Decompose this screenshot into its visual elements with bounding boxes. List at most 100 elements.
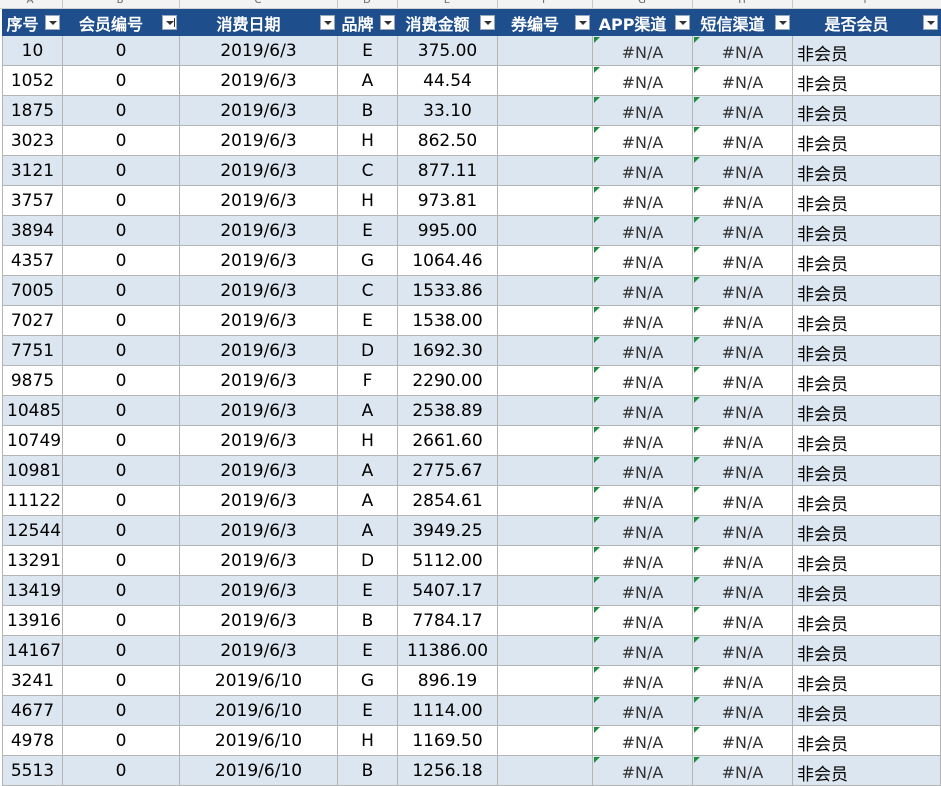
cell-amount[interactable]: 1169.50 xyxy=(397,725,498,756)
cell-amount[interactable]: 1256.18 xyxy=(397,755,498,786)
cell-purchase-date[interactable]: 2019/6/3 xyxy=(179,245,338,276)
cell-amount[interactable]: 5112.00 xyxy=(397,545,498,576)
cell-amount[interactable]: 2290.00 xyxy=(397,365,498,396)
cell-purchase-date[interactable]: 2019/6/3 xyxy=(179,485,338,516)
cell-is-member[interactable]: 非会员 xyxy=(792,545,941,576)
cell-amount[interactable]: 1692.30 xyxy=(397,335,498,366)
header-brand[interactable]: 品牌 xyxy=(337,9,398,36)
cell-is-member[interactable]: 非会员 xyxy=(792,155,941,186)
cell-app-channel[interactable]: #N/A xyxy=(592,395,693,426)
cell-brand[interactable]: D xyxy=(337,335,398,366)
cell-sms-channel[interactable]: #N/A xyxy=(692,545,793,576)
cell-member-id[interactable]: 0 xyxy=(62,515,180,546)
cell-member-id[interactable]: 0 xyxy=(62,755,180,786)
cell-serial-no[interactable]: 9875 xyxy=(2,365,63,396)
cell-coupon-id[interactable] xyxy=(497,695,593,726)
cell-app-channel[interactable]: #N/A xyxy=(592,545,693,576)
cell-brand[interactable]: H xyxy=(337,125,398,156)
cell-app-channel[interactable]: #N/A xyxy=(592,65,693,96)
header-sms-channel[interactable]: 短信渠道 xyxy=(692,9,793,36)
cell-coupon-id[interactable] xyxy=(497,455,593,486)
cell-purchase-date[interactable]: 2019/6/3 xyxy=(179,425,338,456)
cell-purchase-date[interactable]: 2019/6/3 xyxy=(179,185,338,216)
cell-app-channel[interactable]: #N/A xyxy=(592,335,693,366)
cell-member-id[interactable]: 0 xyxy=(62,335,180,366)
cell-amount[interactable]: 11386.00 xyxy=(397,635,498,666)
cell-sms-channel[interactable]: #N/A xyxy=(692,65,793,96)
cell-amount[interactable]: 877.11 xyxy=(397,155,498,186)
cell-member-id[interactable]: 0 xyxy=(62,215,180,246)
header-app-channel[interactable]: APP渠道 xyxy=(592,9,693,36)
cell-serial-no[interactable]: 5513 xyxy=(2,755,63,786)
cell-brand[interactable]: E xyxy=(337,575,398,606)
cell-member-id[interactable]: 0 xyxy=(62,125,180,156)
header-amount[interactable]: 消费金额 xyxy=(397,9,498,36)
cell-app-channel[interactable]: #N/A xyxy=(592,305,693,336)
cell-brand[interactable]: E xyxy=(337,305,398,336)
cell-amount[interactable]: 862.50 xyxy=(397,125,498,156)
cell-sms-channel[interactable]: #N/A xyxy=(692,575,793,606)
cell-purchase-date[interactable]: 2019/6/3 xyxy=(179,575,338,606)
cell-coupon-id[interactable] xyxy=(497,275,593,306)
cell-coupon-id[interactable] xyxy=(497,425,593,456)
cell-coupon-id[interactable] xyxy=(497,335,593,366)
cell-app-channel[interactable]: #N/A xyxy=(592,635,693,666)
column-letter[interactable]: C xyxy=(248,0,268,6)
cell-member-id[interactable]: 0 xyxy=(62,635,180,666)
cell-serial-no[interactable]: 14167 xyxy=(2,635,63,666)
cell-sms-channel[interactable]: #N/A xyxy=(692,515,793,546)
cell-member-id[interactable]: 0 xyxy=(62,65,180,96)
cell-sms-channel[interactable]: #N/A xyxy=(692,125,793,156)
cell-amount[interactable]: 2661.60 xyxy=(397,425,498,456)
cell-amount[interactable]: 375.00 xyxy=(397,35,498,66)
cell-serial-no[interactable]: 4677 xyxy=(2,695,63,726)
cell-brand[interactable]: E xyxy=(337,635,398,666)
cell-is-member[interactable]: 非会员 xyxy=(792,755,941,786)
cell-member-id[interactable]: 0 xyxy=(62,95,180,126)
header-serial-no[interactable]: 序号 xyxy=(2,9,63,36)
column-letter[interactable]: I xyxy=(855,0,875,6)
cell-purchase-date[interactable]: 2019/6/10 xyxy=(179,755,338,786)
cell-member-id[interactable]: 0 xyxy=(62,605,180,636)
cell-app-channel[interactable]: #N/A xyxy=(592,35,693,66)
cell-app-channel[interactable]: #N/A xyxy=(592,725,693,756)
cell-brand[interactable]: G xyxy=(337,245,398,276)
cell-member-id[interactable]: 0 xyxy=(62,455,180,486)
header-is-member[interactable]: 是否会员 xyxy=(792,9,941,36)
cell-serial-no[interactable]: 13291 xyxy=(2,545,63,576)
cell-is-member[interactable]: 非会员 xyxy=(792,215,941,246)
cell-coupon-id[interactable] xyxy=(497,185,593,216)
cell-amount[interactable]: 1114.00 xyxy=(397,695,498,726)
cell-purchase-date[interactable]: 2019/6/3 xyxy=(179,515,338,546)
cell-coupon-id[interactable] xyxy=(497,155,593,186)
cell-coupon-id[interactable] xyxy=(497,515,593,546)
cell-sms-channel[interactable]: #N/A xyxy=(692,605,793,636)
cell-sms-channel[interactable]: #N/A xyxy=(692,35,793,66)
cell-is-member[interactable]: 非会员 xyxy=(792,65,941,96)
header-member-id[interactable]: 会员编号 xyxy=(62,9,180,36)
cell-amount[interactable]: 2854.61 xyxy=(397,485,498,516)
cell-serial-no[interactable]: 10 xyxy=(2,35,63,66)
filter-dropdown-icon[interactable] xyxy=(380,15,395,30)
cell-serial-no[interactable]: 7751 xyxy=(2,335,63,366)
cell-brand[interactable]: C xyxy=(337,155,398,186)
cell-is-member[interactable]: 非会员 xyxy=(792,95,941,126)
cell-is-member[interactable]: 非会员 xyxy=(792,395,941,426)
cell-amount[interactable]: 5407.17 xyxy=(397,575,498,606)
column-separator[interactable] xyxy=(337,0,338,8)
cell-serial-no[interactable]: 3241 xyxy=(2,665,63,696)
column-separator[interactable] xyxy=(592,0,593,8)
cell-member-id[interactable]: 0 xyxy=(62,695,180,726)
cell-serial-no[interactable]: 12544 xyxy=(2,515,63,546)
cell-app-channel[interactable]: #N/A xyxy=(592,365,693,396)
cell-serial-no[interactable]: 7027 xyxy=(2,305,63,336)
cell-serial-no[interactable]: 3023 xyxy=(2,125,63,156)
cell-app-channel[interactable]: #N/A xyxy=(592,275,693,306)
cell-serial-no[interactable]: 3894 xyxy=(2,215,63,246)
header-coupon-id[interactable]: 券编号 xyxy=(497,9,593,36)
cell-purchase-date[interactable]: 2019/6/10 xyxy=(179,665,338,696)
cell-app-channel[interactable]: #N/A xyxy=(592,755,693,786)
cell-is-member[interactable]: 非会员 xyxy=(792,485,941,516)
cell-serial-no[interactable]: 3757 xyxy=(2,185,63,216)
cell-serial-no[interactable]: 7005 xyxy=(2,275,63,306)
